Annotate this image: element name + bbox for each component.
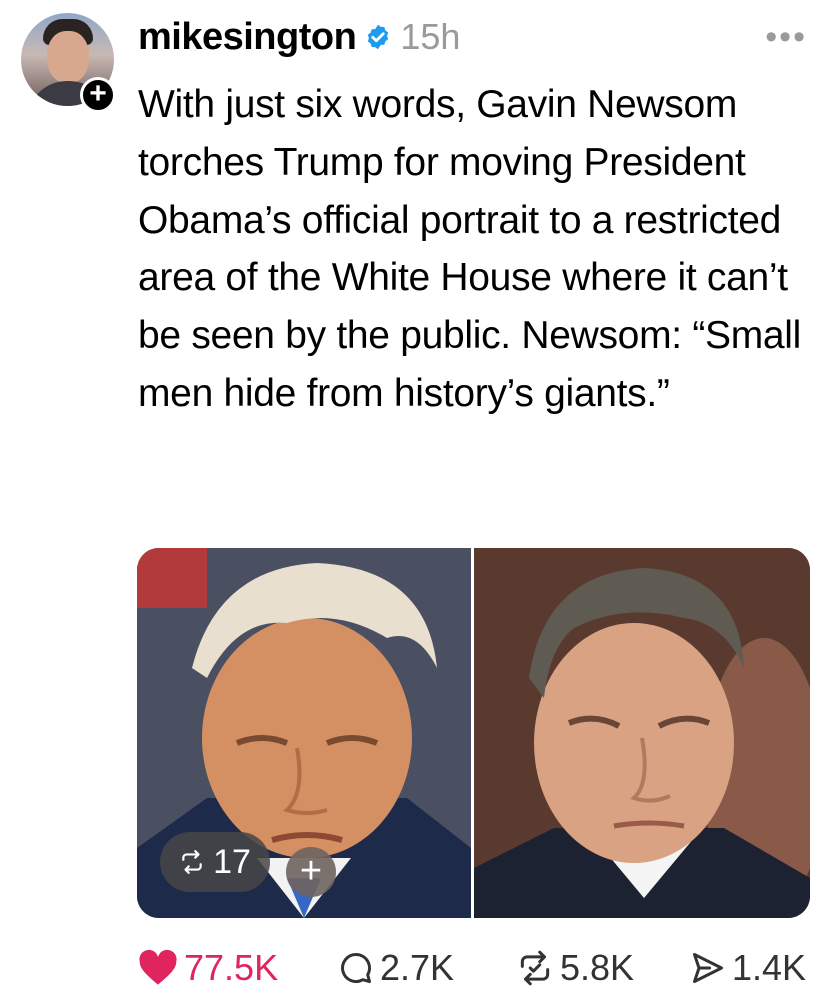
comment-icon <box>341 953 371 983</box>
repost-button[interactable]: 5.8K <box>516 946 634 990</box>
post-text: With just six words, Gavin Newsom torche… <box>138 83 802 415</box>
repost-icon <box>520 950 550 986</box>
more-options-icon[interactable]: ••• <box>765 18 807 57</box>
username[interactable]: mikesington <box>138 16 357 59</box>
follow-button[interactable]: + <box>80 77 116 113</box>
media-add-button[interactable]: + <box>286 847 336 897</box>
photo-newsom[interactable] <box>474 548 810 918</box>
reply-count: 2.7K <box>380 947 455 988</box>
photo-newsom-illustration <box>474 548 810 918</box>
share-icon <box>693 953 723 983</box>
share-count: 1.4K <box>732 947 807 988</box>
post-header: mikesington 15h <box>138 14 460 60</box>
media-repost-button[interactable]: 17 <box>160 832 270 892</box>
reply-button[interactable]: 2.7K <box>338 946 454 990</box>
media-repost-count: 17 <box>213 842 251 881</box>
like-count: 77.5K <box>184 947 279 988</box>
action-bar: 77.5K 2.7K 5.8K 1.4K <box>138 946 835 990</box>
heart-icon <box>139 949 177 985</box>
repost-icon <box>182 850 202 874</box>
verified-badge-icon <box>368 24 389 50</box>
share-button[interactable]: 1.4K <box>690 946 806 990</box>
like-button[interactable]: 77.5K <box>138 946 278 990</box>
repost-count: 5.8K <box>560 947 635 988</box>
post-time: 15h <box>400 16 461 57</box>
